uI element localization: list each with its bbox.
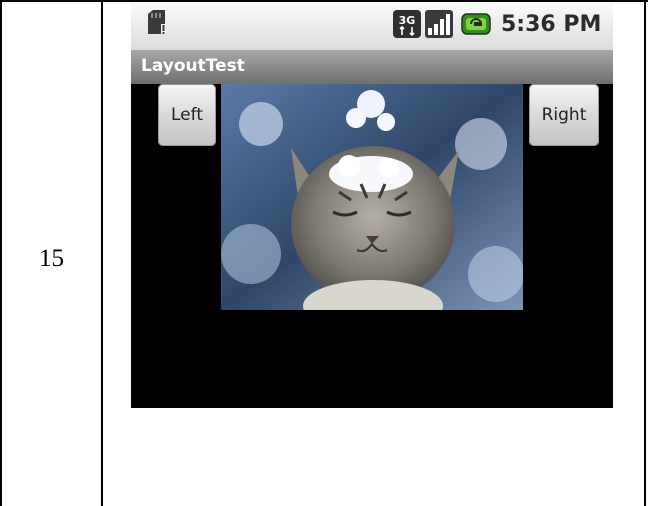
clock: 5:36 PM [501, 12, 602, 37]
phone-screen: 3G 5:36 PM LayoutTest Left Right [131, 2, 613, 408]
right-button[interactable]: Right [529, 84, 599, 146]
network-3g-icon: 3G [393, 10, 421, 38]
network-label: 3G [399, 14, 416, 27]
table-column-divider [101, 0, 103, 506]
left-button[interactable]: Left [158, 84, 216, 146]
battery-icon [461, 13, 491, 35]
cat-photo [221, 84, 523, 310]
app-title: LayoutTest [141, 56, 245, 76]
row-number: 15 [39, 245, 64, 272]
signal-bars-icon [425, 10, 453, 38]
table-right-border [644, 0, 646, 506]
sd-card-icon [148, 10, 166, 34]
status-bar: 3G 5:36 PM [131, 2, 613, 50]
title-bar: LayoutTest [131, 50, 613, 84]
